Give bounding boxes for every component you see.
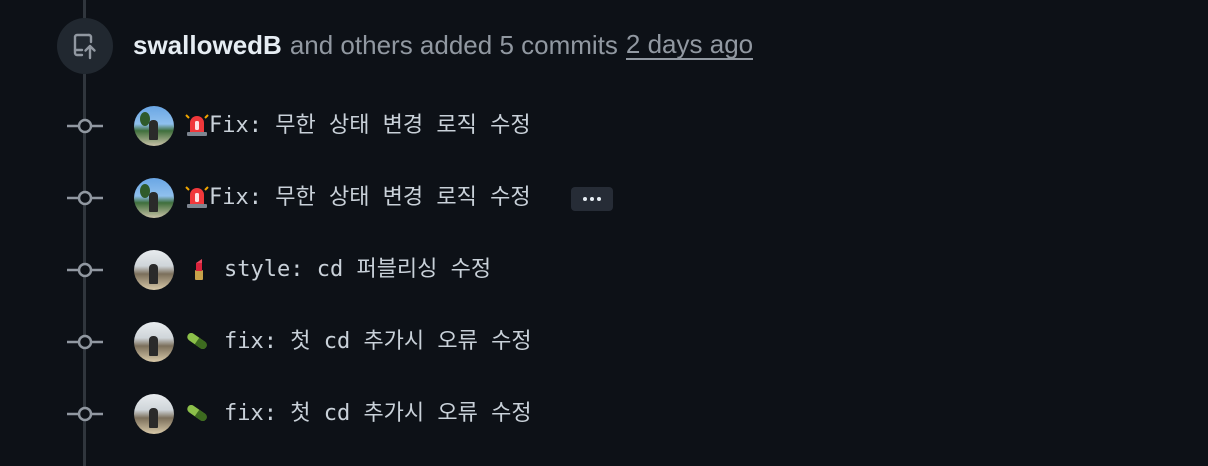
beach-avatar[interactable] xyxy=(134,178,174,218)
commit-node-icon xyxy=(67,190,103,206)
repo-push-icon xyxy=(57,18,113,74)
commit-message-link[interactable]: Fix: 무한 상태 변경 로직 수정 xyxy=(209,110,531,142)
commit-node-icon xyxy=(67,118,103,134)
plaza-avatar[interactable] xyxy=(134,322,174,362)
rotating-light-icon xyxy=(185,114,209,136)
relative-time-link[interactable]: 2 days ago xyxy=(625,30,754,60)
commit-row: style: cd 퍼블리싱 수정 xyxy=(0,246,1208,294)
commit-row: Fix: 무한 상태 변경 로직 수정 xyxy=(0,102,1208,150)
commit-message-link[interactable]: fix: 첫 cd 추가시 오류 수정 xyxy=(224,326,532,358)
commit-row: Fix: 무한 상태 변경 로직 수정 xyxy=(0,174,1208,222)
commit-message-link[interactable]: fix: 첫 cd 추가시 오류 수정 xyxy=(224,398,532,430)
plaza-avatar[interactable] xyxy=(134,250,174,290)
expand-commit-details-button[interactable] xyxy=(571,187,613,211)
commit-message-link[interactable]: style: cd 퍼블리싱 수정 xyxy=(224,254,491,286)
commit-node-icon xyxy=(67,262,103,278)
rotating-light-icon xyxy=(185,186,209,208)
commit-row: fix: 첫 cd 추가시 오류 수정 xyxy=(0,318,1208,366)
commit-node-icon xyxy=(67,406,103,422)
commit-row: fix: 첫 cd 추가시 오류 수정 xyxy=(0,390,1208,438)
beach-avatar[interactable] xyxy=(134,106,174,146)
lipstick-icon xyxy=(195,259,203,280)
pill-icon xyxy=(187,332,207,350)
push-event-header: swallowedB and others added 5 commits 2 … xyxy=(133,28,754,62)
plaza-avatar[interactable] xyxy=(134,394,174,434)
commit-node-icon xyxy=(67,334,103,350)
pill-icon xyxy=(187,404,207,422)
event-description: and others added 5 commits xyxy=(289,29,618,60)
timeline-line xyxy=(83,0,86,18)
commit-message-link[interactable]: Fix: 무한 상태 변경 로직 수정 xyxy=(209,182,531,214)
author-link[interactable]: swallowedB xyxy=(133,30,282,61)
